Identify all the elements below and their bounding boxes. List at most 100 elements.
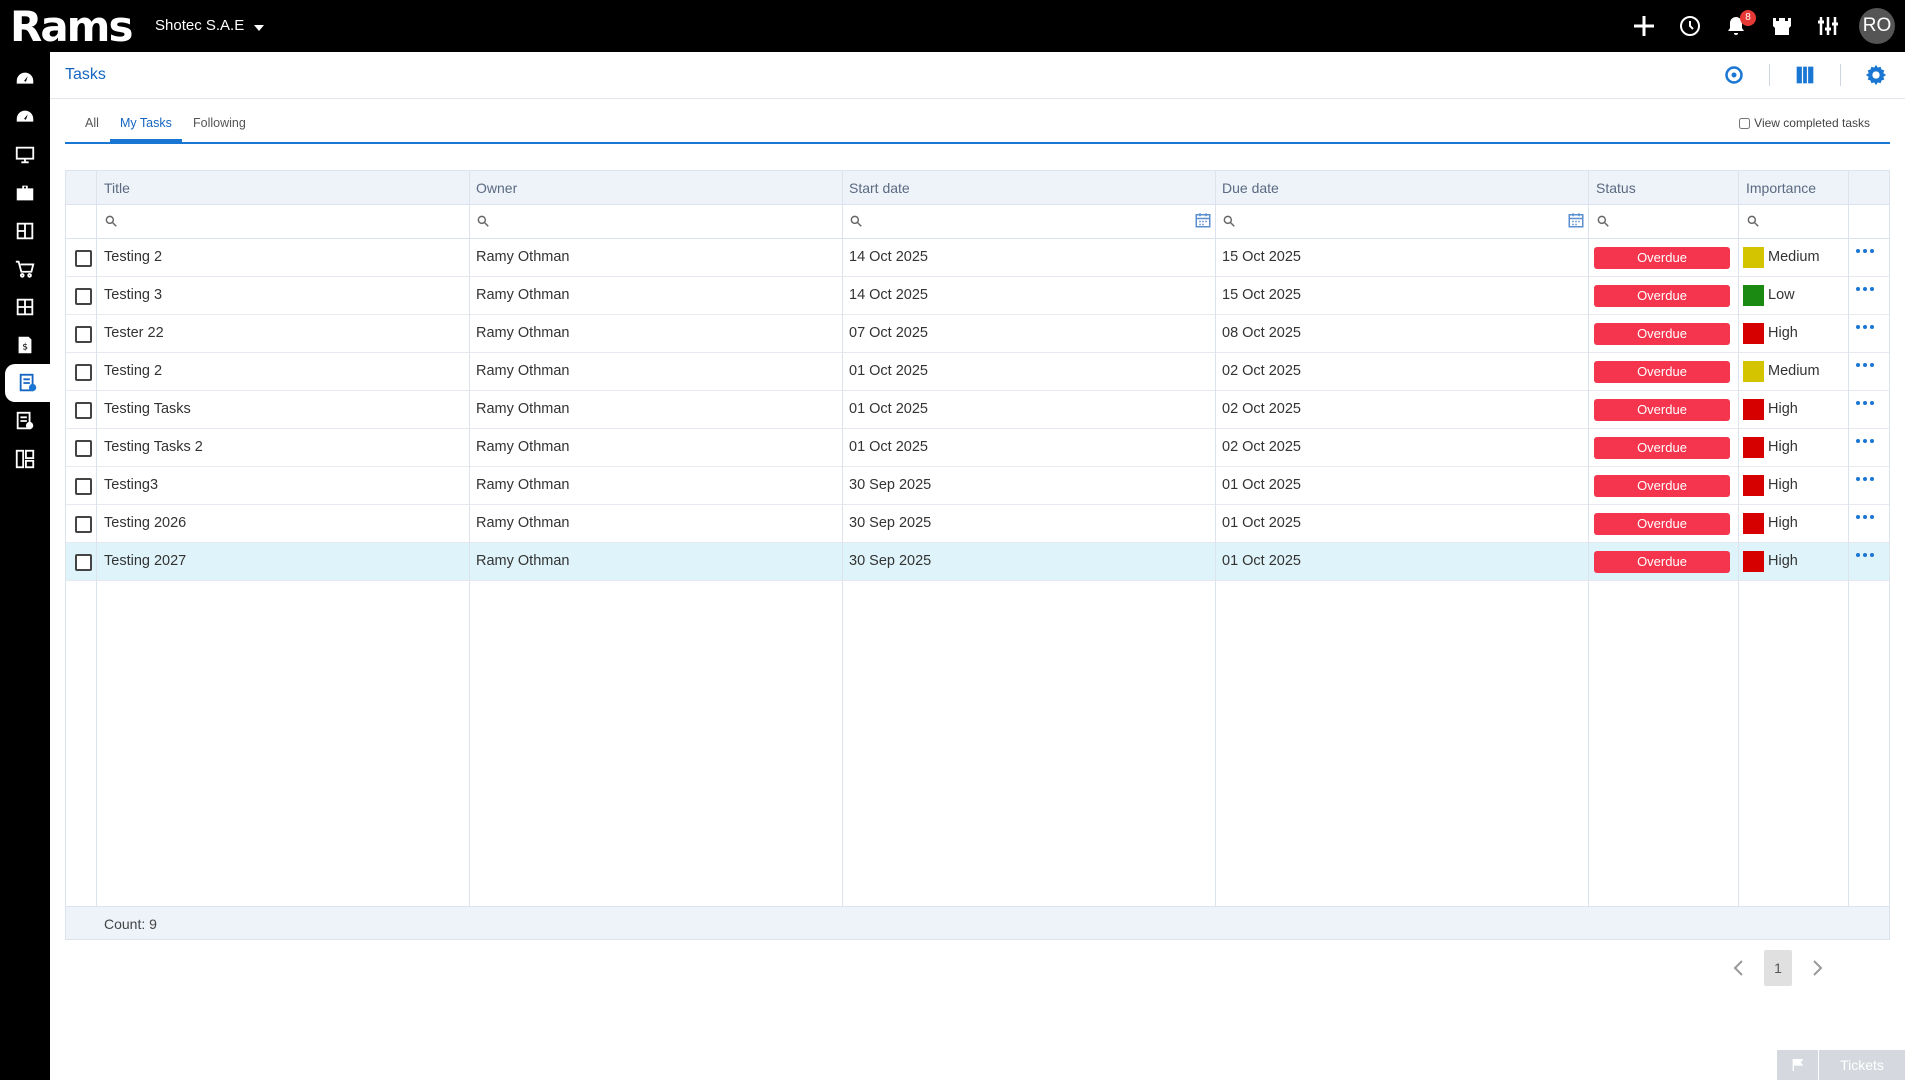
table-row[interactable]: Testing3 Ramy Othman 30 Sep 2025 01 Oct 202…	[66, 467, 1889, 505]
more-options-button[interactable]	[1856, 287, 1874, 291]
tab-following[interactable]: Following	[193, 108, 246, 142]
row-checkbox[interactable]	[75, 326, 92, 343]
top-bar: Rams Shotec S.A.E 8 RO	[0, 0, 1905, 52]
filter-row	[66, 205, 1889, 239]
search-icon[interactable]	[1596, 214, 1610, 228]
settings-button[interactable]	[1865, 64, 1887, 86]
row-checkbox[interactable]	[75, 288, 92, 305]
columns-icon	[1796, 66, 1814, 84]
task-title[interactable]: Tester 22	[104, 325, 164, 341]
task-title[interactable]: Testing 2027	[104, 553, 186, 569]
task-due-date: 08 Oct 2025	[1222, 325, 1301, 341]
sidebar-item-assets[interactable]	[0, 212, 50, 250]
search-icon[interactable]	[104, 214, 118, 228]
column-header-status[interactable]: Status	[1596, 180, 1636, 196]
calendar-icon[interactable]	[1567, 211, 1585, 229]
page-number[interactable]: 1	[1764, 950, 1792, 986]
view-completed-label: View completed tasks	[1754, 116, 1870, 130]
importance-label: Medium	[1768, 249, 1820, 265]
prev-page-button[interactable]	[1730, 959, 1748, 977]
column-header-title[interactable]: Title	[104, 180, 130, 196]
invoice-icon: $	[18, 336, 32, 354]
sidebar-item-layout[interactable]	[0, 440, 50, 478]
settings-sliders-button[interactable]	[1813, 11, 1843, 41]
sidebar-item-monitor[interactable]	[0, 136, 50, 174]
search-icon[interactable]	[1222, 214, 1236, 228]
table-row[interactable]: Testing 3 Ramy Othman 14 Oct 2025 15 Oct 20…	[66, 277, 1889, 315]
more-options-button[interactable]	[1856, 515, 1874, 519]
sidebar-item-dashboard[interactable]	[0, 60, 50, 98]
task-title[interactable]: Testing 3	[104, 287, 162, 303]
table-row[interactable]: Testing Tasks 2 Ramy Othman 01 Oct 2025 02 …	[66, 429, 1889, 467]
row-checkbox[interactable]	[75, 440, 92, 457]
table-row[interactable]: Testing 2 Ramy Othman 14 Oct 2025 15 Oct 20…	[66, 239, 1889, 277]
add-button[interactable]	[1629, 11, 1659, 41]
task-title[interactable]: Testing 2	[104, 363, 162, 379]
task-due-date: 02 Oct 2025	[1222, 363, 1301, 379]
view-completed-toggle[interactable]: View completed tasks	[1739, 116, 1870, 130]
column-header-importance[interactable]: Importance	[1746, 180, 1816, 196]
task-title[interactable]: Testing 2026	[104, 515, 186, 531]
tab-all[interactable]: All	[85, 108, 99, 142]
row-checkbox[interactable]	[75, 250, 92, 267]
calendar-icon[interactable]	[1194, 211, 1212, 229]
app-logo[interactable]: Rams	[10, 2, 133, 51]
task-list-icon	[19, 373, 36, 392]
column-header-due-date[interactable]: Due date	[1222, 180, 1279, 196]
more-options-button[interactable]	[1856, 553, 1874, 557]
table-row[interactable]: Testing 2027 Ramy Othman 30 Sep 2025 01 Oct…	[66, 543, 1889, 581]
status-badge: Overdue	[1594, 399, 1730, 421]
next-page-button[interactable]	[1808, 959, 1826, 977]
search-icon[interactable]	[476, 214, 490, 228]
more-options-button[interactable]	[1856, 249, 1874, 253]
more-options-button[interactable]	[1856, 401, 1874, 405]
sidebar-item-invoices[interactable]: $	[0, 326, 50, 364]
search-icon[interactable]	[849, 214, 863, 228]
notification-badge: 8	[1740, 10, 1756, 26]
row-checkbox[interactable]	[75, 364, 92, 381]
sidebar-item-briefcase[interactable]	[0, 174, 50, 212]
more-options-button[interactable]	[1856, 439, 1874, 443]
view-completed-checkbox[interactable]	[1739, 117, 1751, 129]
more-icon	[1856, 401, 1860, 405]
company-selector[interactable]: Shotec S.A.E	[155, 17, 265, 34]
more-options-button[interactable]	[1856, 325, 1874, 329]
table-row[interactable]: Tester 22 Ramy Othman 07 Oct 2025 08 Oct 20…	[66, 315, 1889, 353]
columns-button[interactable]	[1794, 64, 1816, 86]
task-title[interactable]: Testing 2	[104, 249, 162, 265]
task-due-date: 01 Oct 2025	[1222, 553, 1301, 569]
report-icon	[16, 411, 34, 430]
user-avatar[interactable]: RO	[1859, 8, 1895, 44]
task-title[interactable]: Testing3	[104, 477, 158, 493]
tab-my-tasks[interactable]: My Tasks	[110, 108, 182, 142]
task-title[interactable]: Testing Tasks 2	[104, 439, 203, 455]
search-icon[interactable]	[1746, 214, 1760, 228]
row-checkbox[interactable]	[75, 554, 92, 571]
importance-label: Medium	[1768, 363, 1820, 379]
importance-label: High	[1768, 439, 1798, 455]
table-row[interactable]: Testing 2026 Ramy Othman 30 Sep 2025 01 Oct…	[66, 505, 1889, 543]
sidebar-item-reports[interactable]	[0, 402, 50, 440]
more-options-button[interactable]	[1856, 477, 1874, 481]
column-header-owner[interactable]: Owner	[476, 180, 517, 196]
row-checkbox[interactable]	[75, 478, 92, 495]
more-options-button[interactable]	[1856, 363, 1874, 367]
history-button[interactable]	[1675, 11, 1705, 41]
importance-swatch	[1743, 247, 1764, 268]
column-header-start-date[interactable]: Start date	[849, 180, 910, 196]
row-checkbox[interactable]	[75, 402, 92, 419]
row-checkbox[interactable]	[75, 516, 92, 533]
sidebar-item-tasks[interactable]	[5, 364, 50, 402]
status-badge: Overdue	[1594, 323, 1730, 345]
sidebar-item-dashboard-2[interactable]	[0, 98, 50, 136]
notifications-button[interactable]: 8	[1721, 10, 1756, 41]
sidebar-item-cart[interactable]	[0, 250, 50, 288]
table-row[interactable]: Testing Tasks Ramy Othman 01 Oct 2025 02 Oc…	[66, 391, 1889, 429]
castle-button[interactable]	[1767, 11, 1797, 41]
refresh-button[interactable]	[1723, 64, 1745, 86]
tickets-button[interactable]: Tickets	[1777, 1050, 1905, 1080]
task-title[interactable]: Testing Tasks	[104, 401, 191, 417]
avatar-initials: RO	[1862, 15, 1892, 36]
sidebar-item-inventory[interactable]	[0, 288, 50, 326]
table-row[interactable]: Testing 2 Ramy Othman 01 Oct 2025 02 Oct 20…	[66, 353, 1889, 391]
